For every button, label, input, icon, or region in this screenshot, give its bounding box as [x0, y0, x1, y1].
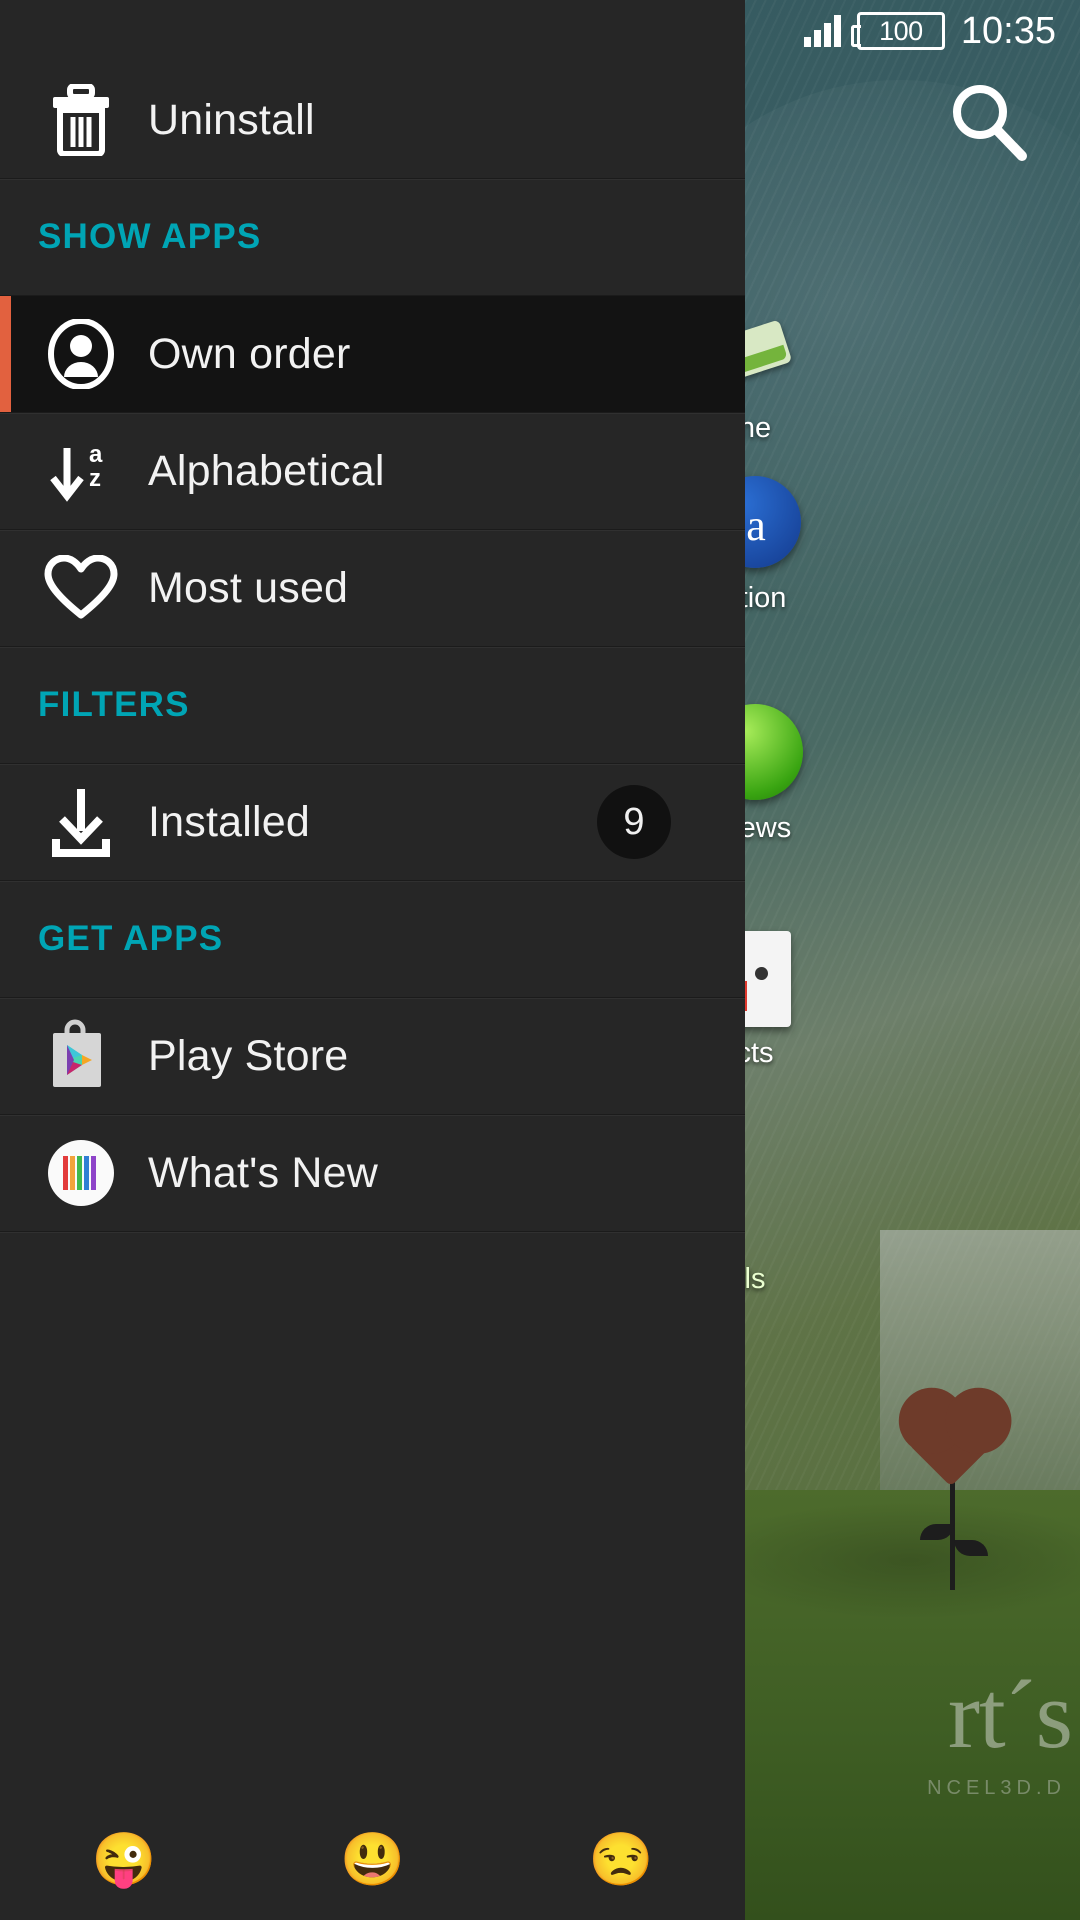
section-header-show-apps: SHOW APPS: [0, 179, 745, 296]
drawer-item-own-order[interactable]: Own order: [0, 296, 745, 413]
drawer-item-label: Own order: [148, 329, 351, 378]
search-icon[interactable]: [944, 78, 1034, 168]
drawer-item-uninstall[interactable]: Uninstall: [0, 62, 745, 179]
play-store-icon: [44, 1019, 118, 1093]
app-drawer-menu: Uninstall SHOW APPS Own order a z Alphab…: [0, 0, 745, 1920]
section-header-label: GET APPS: [38, 919, 224, 958]
drawer-item-installed[interactable]: Installed 9: [0, 764, 745, 881]
drawer-item-label: Uninstall: [148, 95, 315, 144]
drawer-item-whats-new[interactable]: What's New: [0, 1115, 745, 1232]
section-header-label: SHOW APPS: [38, 217, 262, 256]
wallpaper-watermark-sub: NCEL3D.D: [927, 1777, 1066, 1799]
whats-new-icon: [44, 1136, 118, 1210]
drawer-item-label: Installed: [148, 797, 310, 846]
section-header-get-apps: GET APPS: [0, 881, 745, 998]
battery-icon: 100: [850, 12, 945, 50]
recents-emoji-button[interactable]: 😒: [588, 1834, 653, 1886]
svg-text:a: a: [89, 441, 103, 468]
drawer-item-label: Alphabetical: [148, 446, 385, 495]
drawer-item-label: Play Store: [148, 1031, 349, 1080]
heart-icon: [44, 551, 118, 625]
signal-bars-icon: [803, 15, 841, 47]
installed-count-badge: 9: [597, 785, 671, 859]
drawer-item-label: Most used: [148, 563, 349, 612]
navigation-bar: 😜 😃 😒: [0, 1800, 745, 1920]
drawer-item-alphabetical[interactable]: a z Alphabetical: [0, 413, 745, 530]
home-emoji-button[interactable]: 😃: [340, 1834, 405, 1886]
drawer-item-play-store[interactable]: Play Store: [0, 998, 745, 1115]
wallpaper-heart-tree: [880, 1370, 1030, 1590]
drawer-item-most-used[interactable]: Most used: [0, 530, 745, 647]
person-circle-icon: [44, 317, 118, 391]
selection-accent-bar: [0, 296, 11, 412]
status-bar-drawer-shade: [0, 0, 745, 62]
sort-az-icon: a z: [44, 434, 118, 508]
back-emoji-button[interactable]: 😜: [92, 1834, 157, 1886]
phone-screen: rt´s NCEL3D.D ne a ation News cts ls Uni…: [0, 0, 1080, 1920]
battery-level-text: 100: [879, 15, 923, 46]
section-header-filters: FILTERS: [0, 647, 745, 764]
trash-icon: [44, 83, 118, 157]
status-bar-clock: 10:35: [960, 9, 1056, 52]
drawer-item-label: What's New: [148, 1148, 379, 1197]
wallpaper-watermark: rt´s: [948, 1661, 1073, 1768]
section-header-label: FILTERS: [38, 685, 190, 724]
svg-text:z: z: [89, 465, 101, 492]
status-bar: 100 10:35: [0, 0, 1080, 62]
download-icon: [44, 785, 118, 859]
